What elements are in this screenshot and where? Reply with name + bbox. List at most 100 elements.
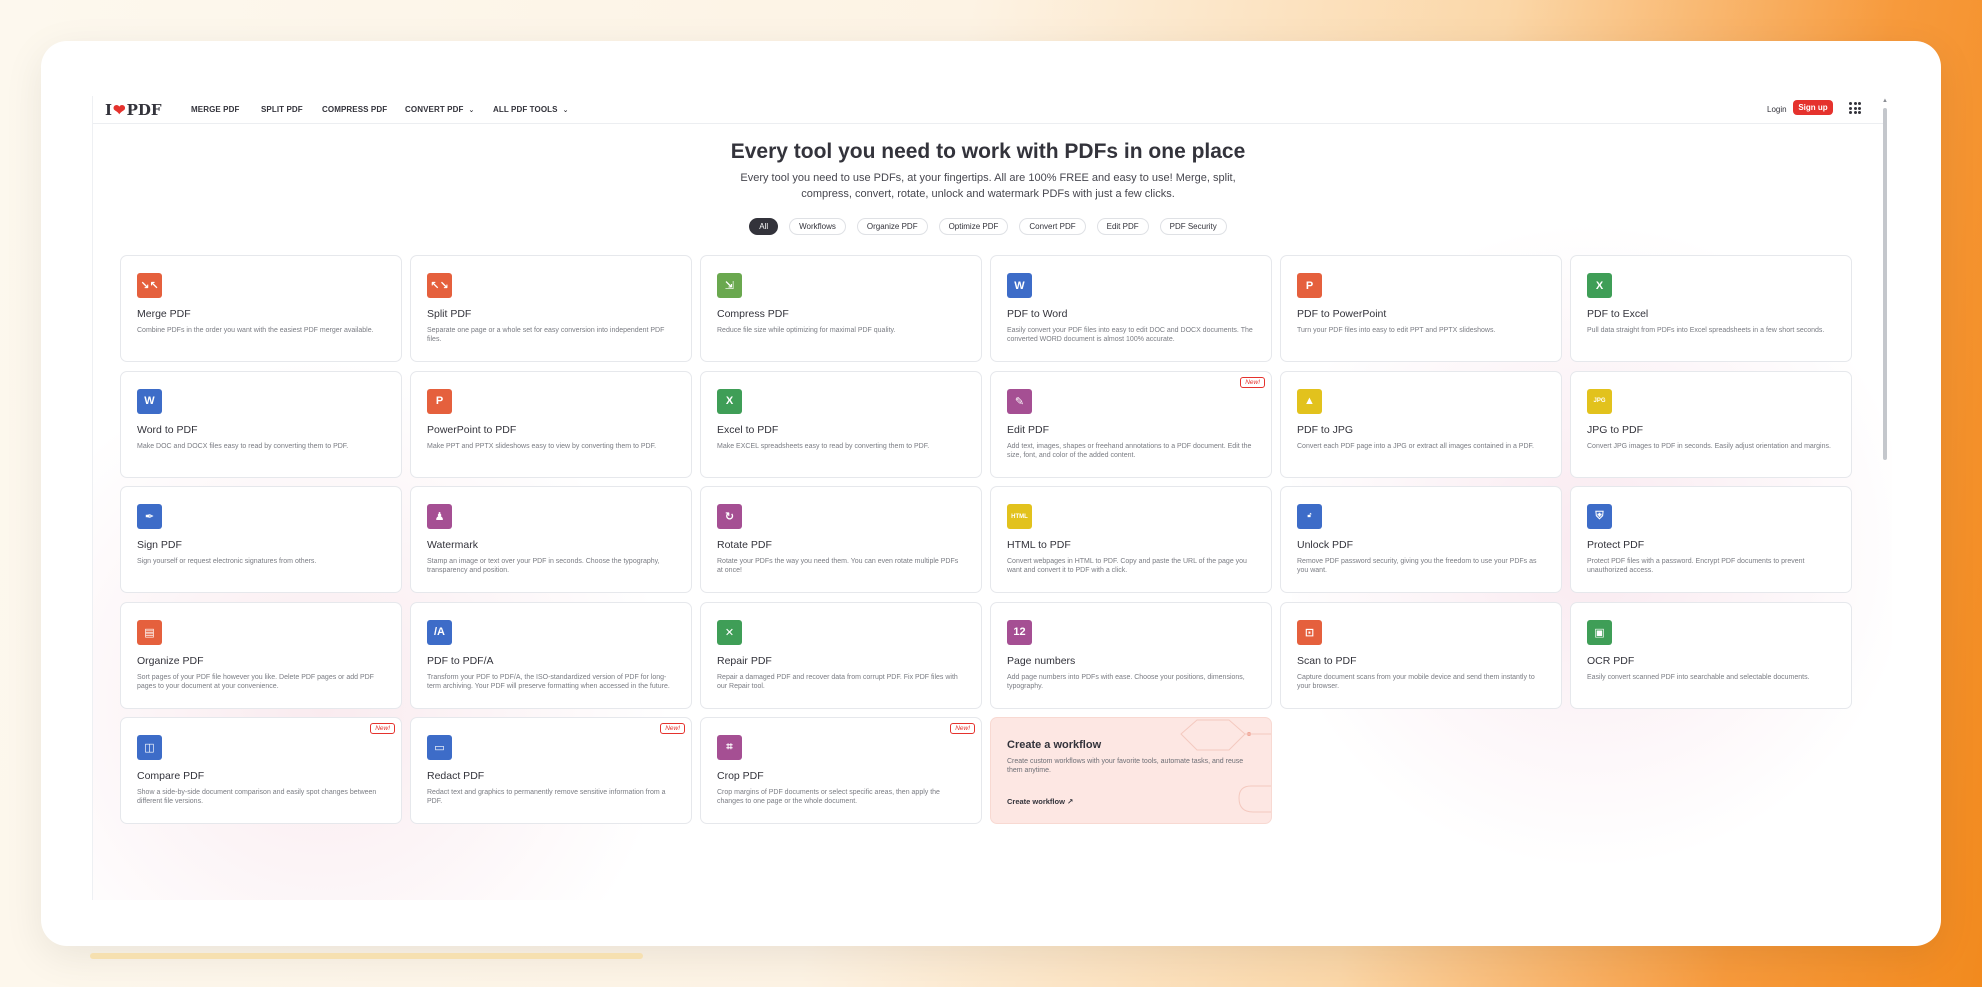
tool-description: Make PPT and PPTX slideshows easy to vie… xyxy=(427,442,657,450)
tool-card-crop-pdf[interactable]: ⌗ Crop PDF Crop margins of PDF documents o… xyxy=(700,717,982,824)
tool-card-excel-to-pdf[interactable]: X Excel to PDF Make EXCEL spreadsheets eas… xyxy=(700,370,982,478)
new-badge: New! xyxy=(1240,376,1265,388)
tool-description: Capture document scans from your mobile … xyxy=(1297,673,1535,690)
ocr-icon: ▣ xyxy=(1587,619,1612,645)
pen-icon: ✒ xyxy=(137,504,162,529)
ilovepdf-logo[interactable]: I ❤ PDF xyxy=(105,101,162,119)
tool-title: HTML to PDF xyxy=(1007,539,1071,551)
tool-card-word-to-pdf[interactable]: W Word to PDF Make DOC and DOCX files easy… xyxy=(120,370,402,478)
tool-description: Convert webpages in HTML to PDF. Copy an… xyxy=(1007,558,1247,574)
scan-icon: ⊡ xyxy=(1297,619,1322,645)
page-scrollbar[interactable]: ▲ xyxy=(1881,96,1889,900)
tool-card-rotate-pdf[interactable]: ↻ Rotate PDF Rotate your PDFs the way you … xyxy=(700,486,982,593)
tool-card-pdf-to-excel[interactable]: X PDF to Excel Pull data straight from PDF… xyxy=(1570,255,1852,362)
nav-merge-pdf[interactable]: MERGE PDF xyxy=(191,105,239,114)
tool-title: Excel to PDF xyxy=(717,423,779,436)
apps-grid-icon[interactable] xyxy=(1849,102,1861,114)
tool-card-redact-pdf[interactable]: ▭ Redact PDF Redact text and graphics to p… xyxy=(410,717,692,824)
tool-card-page-numbers[interactable]: 12 Page numbers Add page numbers into PDFs… xyxy=(990,601,1272,709)
filter-chip-pdf-security[interactable]: PDF Security xyxy=(1159,218,1227,235)
nav-split-pdf[interactable]: SPLIT PDF xyxy=(261,105,303,114)
tool-card-compress-pdf[interactable]: ⇲ Compress PDF Reduce file size while opti… xyxy=(700,255,982,362)
filter-chips: All Workflows Organize PDF Optimize PDF Conv… xyxy=(93,218,1883,235)
login-link[interactable]: Login xyxy=(1767,105,1787,114)
tool-description: Turn your PDF files into easy to edit PP… xyxy=(1297,327,1496,334)
word-icon: W xyxy=(137,388,162,414)
signup-button[interactable]: Sign up xyxy=(1793,100,1833,115)
tool-description: Easily convert your PDF files into easy … xyxy=(1007,327,1253,343)
page-viewport: I ❤ PDF MERGE PDF SPLIT PDF COMPRESS PDF C… xyxy=(92,96,1892,900)
tool-description: Remove PDF password security, giving you… xyxy=(1297,558,1537,574)
create-workflow-link[interactable]: Create workflow ↗ xyxy=(1007,797,1073,806)
hero-section: Every tool you need to work with PDFs in… xyxy=(93,140,1883,202)
tool-title: PDF to PowerPoint xyxy=(1297,308,1387,320)
tool-card-powerpoint-to-pdf[interactable]: P PowerPoint to PDF Make PPT and PPTX slid… xyxy=(410,370,692,478)
tool-card-split-pdf[interactable]: ↖↘ Split PDF Separate one page or a whole … xyxy=(410,255,692,362)
tool-title: OCR PDF xyxy=(1587,654,1635,667)
tool-title: Crop PDF xyxy=(717,770,764,782)
tool-title: Compare PDF xyxy=(137,770,205,782)
tool-card-unlock-pdf[interactable]: 🔓︎ Unlock PDF Remove PDF password security… xyxy=(1280,486,1562,593)
tool-title: Merge PDF xyxy=(137,308,191,320)
tool-card-jpg-to-pdf[interactable]: JPG JPG to PDF Convert JPG images to PDF i… xyxy=(1570,370,1852,478)
scroll-up-arrow-icon[interactable]: ▲ xyxy=(1882,98,1888,104)
tool-description: Make DOC and DOCX files easy to read by … xyxy=(137,442,349,450)
excel-icon: X xyxy=(1587,273,1612,298)
tool-description: Easily convert scanned PDF into searchab… xyxy=(1587,673,1810,681)
filter-chip-convert-pdf[interactable]: Convert PDF xyxy=(1019,218,1086,235)
tool-title: Organize PDF xyxy=(137,654,204,667)
tool-title: PDF to JPG xyxy=(1297,423,1354,436)
chevron-down-icon: ⌄ xyxy=(562,106,569,114)
tool-description: Rotate your PDFs the way you need them. … xyxy=(717,558,959,574)
page-subtitle: Every tool you need to use PDFs, at your… xyxy=(740,172,1236,200)
tool-title: Split PDF xyxy=(427,308,472,320)
tool-description: Add text, images, shapes or freehand ann… xyxy=(1007,442,1252,459)
word-icon: W xyxy=(1007,273,1032,298)
tool-card-repair-pdf[interactable]: ✕ Repair PDF Repair a damaged PDF and reco… xyxy=(700,601,982,709)
nav-convert-pdf[interactable]: CONVERT PDF ⌄ xyxy=(405,105,474,114)
tool-card-protect-pdf[interactable]: ⛨ Protect PDF Protect PDF files with a pas… xyxy=(1570,486,1852,593)
create-workflow-card[interactable]: Create a workflow Create custom workflows… xyxy=(990,717,1272,824)
scrollbar-thumb[interactable] xyxy=(1883,108,1887,460)
filter-chip-all[interactable]: All xyxy=(749,218,779,235)
tool-card-pdf-to-pdf-a[interactable]: /A PDF to PDF/A Transform your PDF to PDF/… xyxy=(410,601,692,709)
tool-title: PowerPoint to PDF xyxy=(427,423,517,436)
shield-icon: ⛨ xyxy=(1587,504,1612,529)
tool-title: Word to PDF xyxy=(137,423,198,436)
tool-description: Redact text and graphics to permanently … xyxy=(427,789,666,805)
filter-chip-organize-pdf[interactable]: Organize PDF xyxy=(856,218,928,235)
tool-description: Sort pages of your PDF file however you … xyxy=(137,673,374,690)
workflow-decoration xyxy=(1171,718,1271,823)
tool-card-compare-pdf[interactable]: ◫ Compare PDF Show a side-by-side document… xyxy=(120,717,402,824)
tool-description: Pull data straight from PDFs into Excel … xyxy=(1587,327,1825,334)
repair-icon: ✕ xyxy=(717,619,742,645)
tool-card-ocr-pdf[interactable]: ▣ OCR PDF Easily convert scanned PDF into … xyxy=(1570,601,1852,709)
tool-card-organize-pdf[interactable]: ▤ Organize PDF Sort pages of your PDF file… xyxy=(120,601,402,709)
tool-description: Separate one page or a whole set for eas… xyxy=(427,327,665,343)
tool-title: PDF to PDF/A xyxy=(427,654,494,667)
tool-title: Sign PDF xyxy=(137,539,182,551)
tool-title: Scan to PDF xyxy=(1297,654,1357,667)
tool-title: Page numbers xyxy=(1007,654,1076,667)
filter-chip-workflows[interactable]: Workflows xyxy=(789,218,846,235)
tool-card-edit-pdf[interactable]: ✎ Edit PDF Add text, images, shapes or fre… xyxy=(990,370,1272,478)
filter-chip-optimize-pdf[interactable]: Optimize PDF xyxy=(938,218,1009,235)
tool-card-html-to-pdf[interactable]: HTML HTML to PDF Convert webpages in HTML … xyxy=(990,486,1272,593)
tool-card-pdf-to-jpg[interactable]: ▲ PDF to JPG Convert each PDF page into a … xyxy=(1280,370,1562,478)
filter-chip-edit-pdf[interactable]: Edit PDF xyxy=(1096,218,1149,235)
unlock-icon: 🔓︎ xyxy=(1297,504,1322,529)
tool-card-watermark[interactable]: ♟ Watermark Stamp an image or text over yo… xyxy=(410,486,692,593)
tool-card-pdf-to-word[interactable]: W PDF to Word Easily convert your PDF file… xyxy=(990,255,1272,362)
tool-title: Redact PDF xyxy=(427,770,485,782)
tool-card-pdf-to-powerpoint[interactable]: P PDF to PowerPoint Turn your PDF files in… xyxy=(1280,255,1562,362)
tools-grid: ↘↖ Merge PDF Combine PDFs in the order you… xyxy=(120,255,1856,833)
tool-card-merge-pdf[interactable]: ↘↖ Merge PDF Combine PDFs in the order you… xyxy=(120,255,402,362)
tool-description: Show a side-by-side document comparison … xyxy=(137,789,377,805)
nav-all-pdf-tools[interactable]: ALL PDF TOOLS ⌄ xyxy=(493,105,569,114)
nav-compress-pdf[interactable]: COMPRESS PDF xyxy=(322,105,387,114)
tool-title: JPG to PDF xyxy=(1587,423,1644,436)
html-icon: HTML xyxy=(1007,504,1032,529)
tool-card-sign-pdf[interactable]: ✒ Sign PDF Sign yourself or request electr… xyxy=(120,486,402,593)
tool-description: Convert each PDF page into a JPG or extr… xyxy=(1297,442,1534,450)
tool-card-scan-to-pdf[interactable]: ⊡ Scan to PDF Capture document scans from … xyxy=(1280,601,1562,709)
